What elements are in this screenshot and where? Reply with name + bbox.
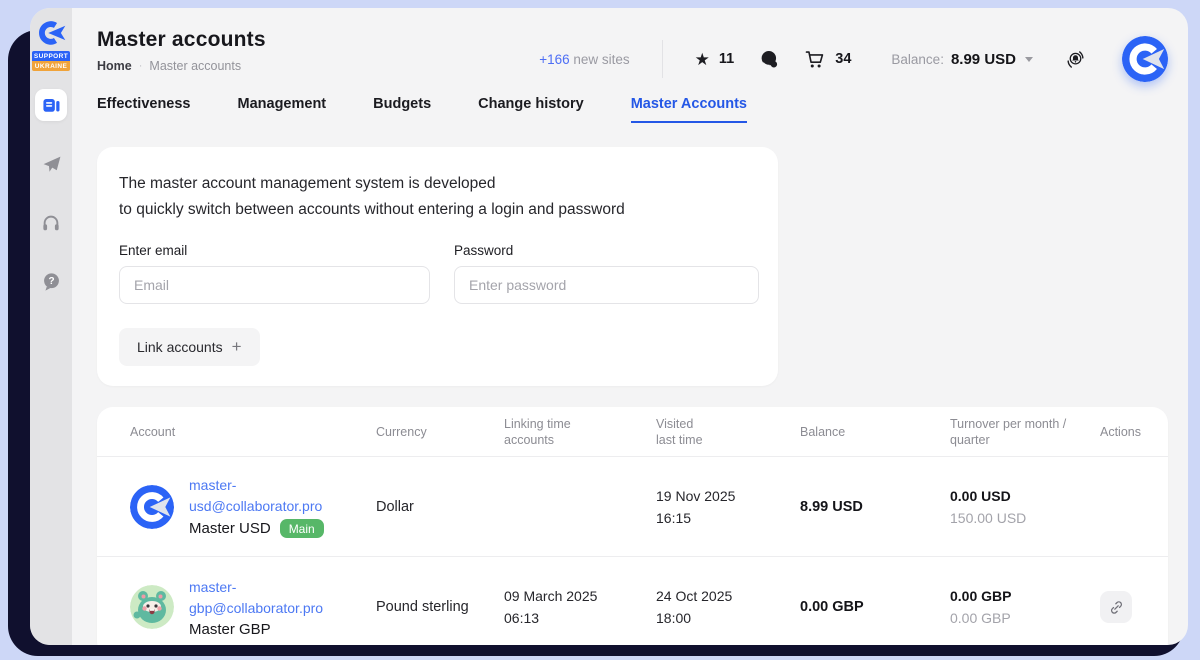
master-account-info-card: The master account management system is … — [97, 147, 778, 386]
title-block: Master accounts Home · Master accounts — [97, 28, 266, 73]
star-icon: ★ — [695, 51, 710, 68]
account-email-link[interactable]: master- usd@collaborator.pro — [189, 475, 324, 517]
link-icon — [1109, 600, 1124, 615]
link-account-form: Enter email Password — [119, 243, 754, 304]
currency-cell: Pound sterling — [376, 599, 504, 615]
send-icon — [41, 154, 62, 175]
visited-cell: 19 Nov 202516:15 — [656, 485, 800, 529]
account-name: Master USD Main — [189, 519, 324, 538]
collaborator-avatar — [130, 485, 174, 529]
user-avatar[interactable] — [1122, 36, 1168, 82]
turnover-cell: 0.00 GBP 0.00 GBP — [950, 585, 1100, 629]
chat-button[interactable] — [760, 50, 779, 69]
page-title: Master accounts — [97, 28, 266, 52]
support-ukraine-badge: SUPPORT UKRAINE — [32, 51, 70, 71]
balance-cell: 0.00 GBP — [800, 599, 950, 615]
turnover-cell: 0.00 USD 150.00 USD — [950, 485, 1100, 529]
main-badge: Main — [280, 519, 324, 538]
favorites-counter[interactable]: ★ 11 — [695, 51, 735, 68]
col-actions: Actions — [1100, 424, 1168, 440]
switch-account-button[interactable] — [1100, 591, 1132, 623]
balance-dropdown[interactable]: Balance: 8.99 USD — [891, 51, 1033, 68]
chevron-down-icon — [1025, 57, 1033, 62]
breadcrumb-current: Master accounts — [149, 59, 241, 73]
actions-cell — [1100, 591, 1168, 623]
info-text-line1: The master account management system is … — [119, 171, 754, 197]
cart-icon — [805, 50, 826, 69]
plus-icon: + — [232, 337, 242, 357]
col-linking-time: Linking timeaccounts — [504, 416, 656, 448]
col-currency: Currency — [376, 424, 504, 440]
account-name: Master GBP — [189, 621, 323, 638]
table-header-row: Account Currency Linking timeaccounts Vi… — [97, 407, 1168, 457]
table-row-master-gbp: master- gbp@collaborator.pro Master GBP … — [97, 557, 1168, 645]
tab-master-accounts[interactable]: Master Accounts — [631, 96, 747, 123]
col-balance: Balance — [800, 424, 950, 440]
svg-text:?: ? — [48, 276, 54, 287]
new-sites-link[interactable]: +166 new sites — [539, 52, 629, 67]
sidebar-item-messages[interactable] — [35, 148, 67, 180]
tab-budgets[interactable]: Budgets — [373, 96, 431, 123]
question-bubble-icon: ? — [42, 272, 61, 292]
chat-bubble-icon — [760, 50, 779, 69]
notifications-button[interactable] — [1065, 49, 1086, 70]
header-actions: +166 new sites ★ 11 — [539, 28, 1168, 82]
header-divider — [662, 40, 663, 78]
accounts-table: Account Currency Linking timeaccounts Vi… — [97, 407, 1168, 645]
sidebar: SUPPORT UKRAINE — [30, 8, 72, 645]
tab-management[interactable]: Management — [238, 96, 327, 123]
password-input[interactable] — [454, 266, 759, 304]
info-text-line2: to quickly switch between accounts witho… — [119, 197, 754, 223]
password-field-group: Password — [454, 243, 759, 304]
link-accounts-button[interactable]: Link accounts + — [119, 328, 260, 366]
account-cell: master- gbp@collaborator.pro Master GBP — [130, 577, 376, 638]
breadcrumb-home[interactable]: Home — [97, 59, 132, 73]
currency-cell: Dollar — [376, 499, 504, 515]
email-field-group: Enter email — [119, 243, 430, 304]
col-visited: Visitedlast time — [656, 416, 800, 448]
page-header: Master accounts Home · Master accounts +… — [97, 8, 1168, 82]
account-email-link[interactable]: master- gbp@collaborator.pro — [189, 577, 323, 619]
sidebar-nav: ? — [35, 89, 67, 298]
tab-bar: Effectiveness Management Budgets Change … — [97, 96, 1168, 123]
breadcrumb: Home · Master accounts — [97, 59, 266, 73]
linking-time-cell: 09 March 202506:13 — [504, 585, 656, 629]
collaborator-logo[interactable]: SUPPORT UKRAINE — [32, 20, 70, 71]
sidebar-item-news[interactable] — [35, 89, 67, 121]
col-account: Account — [130, 424, 376, 440]
news-feed-icon — [42, 96, 61, 115]
breadcrumb-separator: · — [139, 60, 143, 72]
email-input[interactable] — [119, 266, 430, 304]
col-turnover: Turnover per month /quarter — [950, 416, 1100, 448]
collaborator-c-icon — [33, 20, 69, 50]
balance-cell: 8.99 USD — [800, 499, 950, 515]
account-cell: master- usd@collaborator.pro Master USD … — [130, 475, 376, 538]
visited-cell: 24 Oct 202518:00 — [656, 585, 800, 629]
main-content: Master accounts Home · Master accounts +… — [72, 8, 1188, 645]
app-window: SUPPORT UKRAINE — [30, 8, 1188, 645]
sidebar-item-support[interactable] — [35, 207, 67, 239]
alert-radar-icon — [1065, 49, 1086, 70]
email-label: Enter email — [119, 243, 430, 258]
sidebar-item-faq[interactable]: ? — [35, 266, 67, 298]
account-text: master- usd@collaborator.pro Master USD … — [189, 475, 324, 538]
account-text: master- gbp@collaborator.pro Master GBP — [189, 577, 323, 638]
table-row-master-usd: master- usd@collaborator.pro Master USD … — [97, 457, 1168, 557]
tab-effectiveness[interactable]: Effectiveness — [97, 96, 191, 123]
cart-counter[interactable]: 34 — [805, 50, 851, 69]
tab-change-history[interactable]: Change history — [478, 96, 584, 123]
password-label: Password — [454, 243, 759, 258]
headphones-icon — [41, 213, 61, 233]
monster-avatar — [130, 585, 174, 629]
